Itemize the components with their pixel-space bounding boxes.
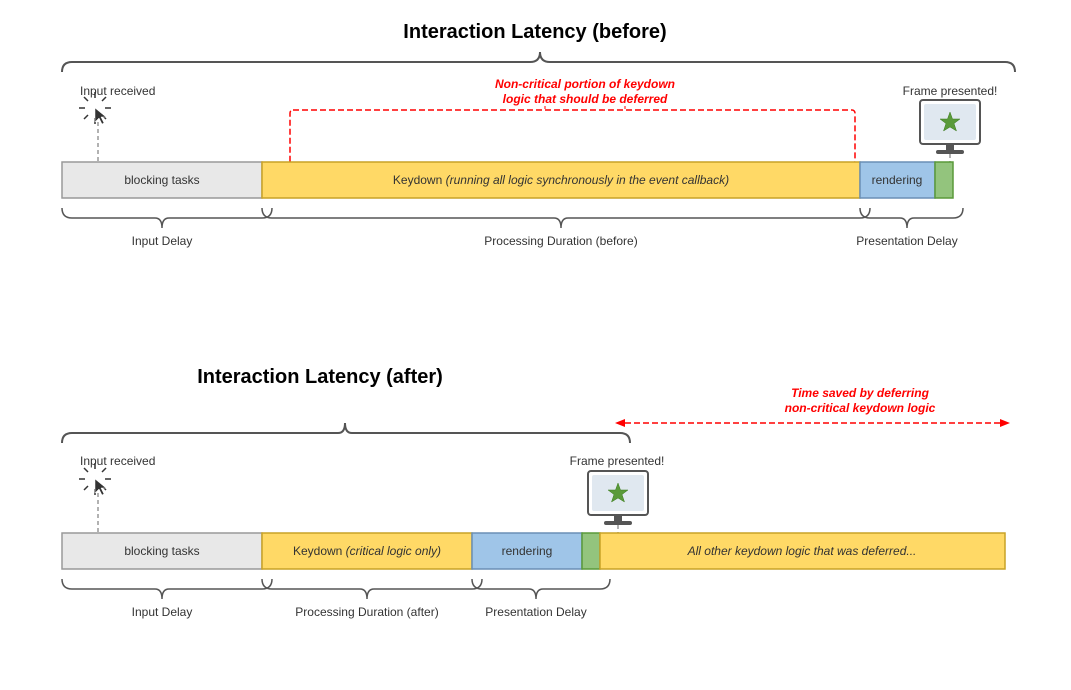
- bottom-title: Interaction Latency (after): [197, 366, 443, 388]
- presentation-text-bottom: Presentation Delay: [485, 605, 586, 619]
- time-saved-line2: non-critical keydown logic: [785, 401, 936, 415]
- input-delay-brace-top: [62, 208, 272, 228]
- frame-presented-label-bottom: Frame presented!: [570, 454, 665, 468]
- green-cap-bottom: [582, 533, 600, 569]
- green-cap-top: [935, 162, 953, 198]
- time-saved-line1: Time saved by deferring: [791, 386, 930, 400]
- blocking-tasks-text-bottom: blocking tasks: [124, 544, 199, 558]
- input-delay-text-bottom: Input Delay: [132, 605, 193, 619]
- blocking-tasks-text-top: blocking tasks: [124, 173, 199, 187]
- presentation-brace-bottom: [472, 579, 610, 599]
- rendering-text-top: rendering: [872, 173, 923, 187]
- frame-presented-label-top: Frame presented!: [903, 84, 998, 98]
- deferred-text-bottom: All other keydown logic that was deferre…: [687, 544, 917, 558]
- processing-text-bottom: Processing Duration (after): [295, 605, 438, 619]
- keydown-text-top: Keydown (running all logic synchronously…: [393, 173, 729, 187]
- red-dashed-box: [290, 110, 855, 164]
- full-brace-bottom: [62, 423, 630, 443]
- processing-text-top: Processing Duration (before): [484, 234, 637, 248]
- rendering-text-bottom: rendering: [502, 544, 553, 558]
- full-brace-top: [62, 52, 1015, 72]
- input-delay-brace-bottom: [62, 579, 272, 599]
- input-received-label-top: Input received: [80, 84, 155, 98]
- time-saved-arrow-right: [1000, 419, 1010, 427]
- red-annotation-top2: logic that should be deferred: [503, 92, 668, 106]
- processing-brace-bottom: [262, 579, 482, 599]
- red-annotation-top: Non-critical portion of keydown: [495, 77, 675, 91]
- input-received-label-bottom: Input received: [80, 454, 155, 468]
- keydown-text-bottom: Keydown (critical logic only): [293, 544, 441, 558]
- processing-brace-top: [262, 208, 870, 228]
- presentation-brace-top: [860, 208, 963, 228]
- time-saved-arrow-left: [615, 419, 625, 427]
- input-delay-text-top: Input Delay: [132, 234, 193, 248]
- presentation-text-top: Presentation Delay: [856, 234, 957, 248]
- top-title: Interaction Latency (before): [403, 21, 666, 43]
